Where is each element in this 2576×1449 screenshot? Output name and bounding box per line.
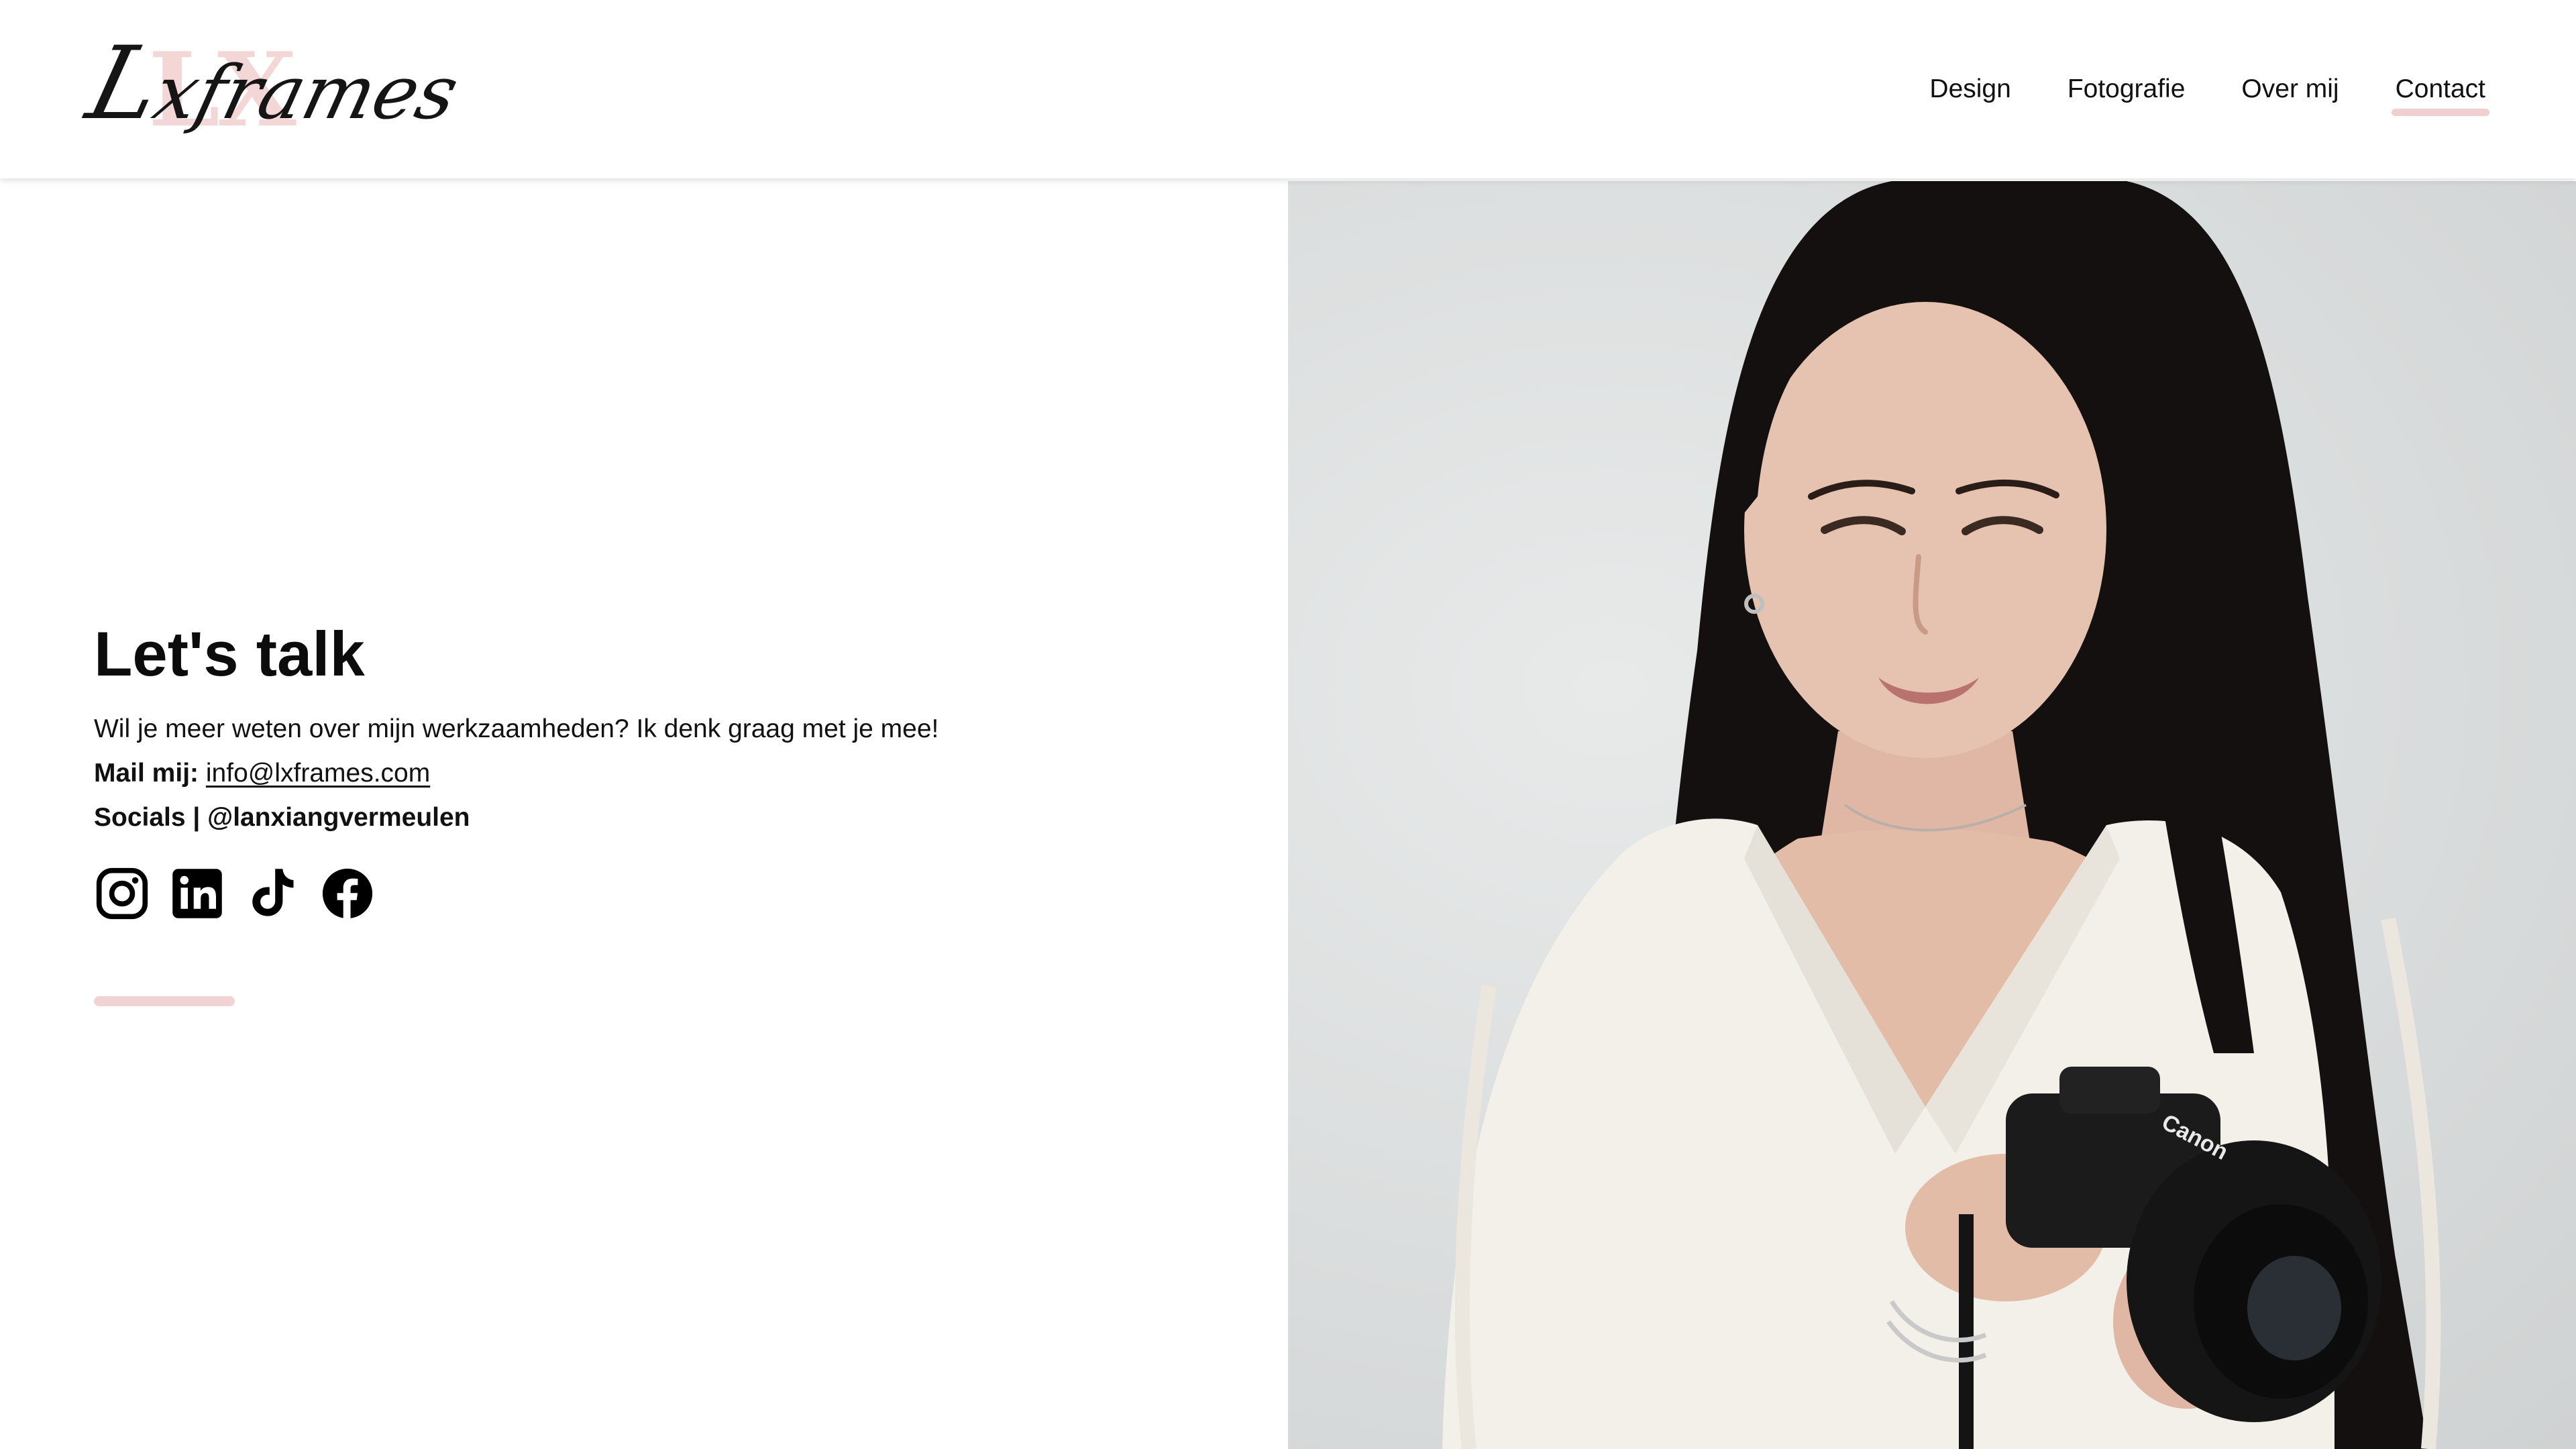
decorative-accent-bar: [94, 996, 235, 1006]
mail-label: Mail mij:: [94, 759, 199, 788]
mail-link[interactable]: info@lxframes.com: [206, 759, 430, 788]
social-links: [94, 865, 1234, 922]
nav-item-contact[interactable]: Contact: [2391, 69, 2490, 116]
portrait-photo: Canon: [1288, 181, 2576, 1449]
contact-section: Let's talk Wil je meer weten over mijn w…: [94, 610, 1234, 922]
portrait-illustration: Canon: [1442, 181, 2441, 1449]
nav-item-design[interactable]: Design: [1929, 69, 2010, 109]
socials-label: Socials | @lanxiangvermeulen: [94, 803, 470, 832]
page-title: Let's talk: [94, 619, 365, 689]
logo-wordmark: Lxframes: [76, 25, 467, 142]
nav-item-over-mij[interactable]: Over mij: [2241, 69, 2339, 109]
tiktok-icon[interactable]: [244, 865, 301, 922]
site-header: LX Lxframes Design Fotografie Over mij C…: [0, 0, 2576, 178]
instagram-icon[interactable]: [94, 865, 150, 922]
mail-line: Mail mij: info@lxframes.com: [94, 751, 1234, 796]
nav-item-fotografie[interactable]: Fotografie: [2068, 69, 2186, 109]
intro-text: Wil je meer weten over mijn werkzaamhede…: [94, 714, 939, 743]
linkedin-icon[interactable]: [169, 865, 225, 922]
site-logo[interactable]: LX Lxframes: [77, 25, 467, 142]
facebook-icon[interactable]: [319, 865, 376, 922]
main-navigation: Design Fotografie Over mij Contact: [1873, 69, 2490, 116]
